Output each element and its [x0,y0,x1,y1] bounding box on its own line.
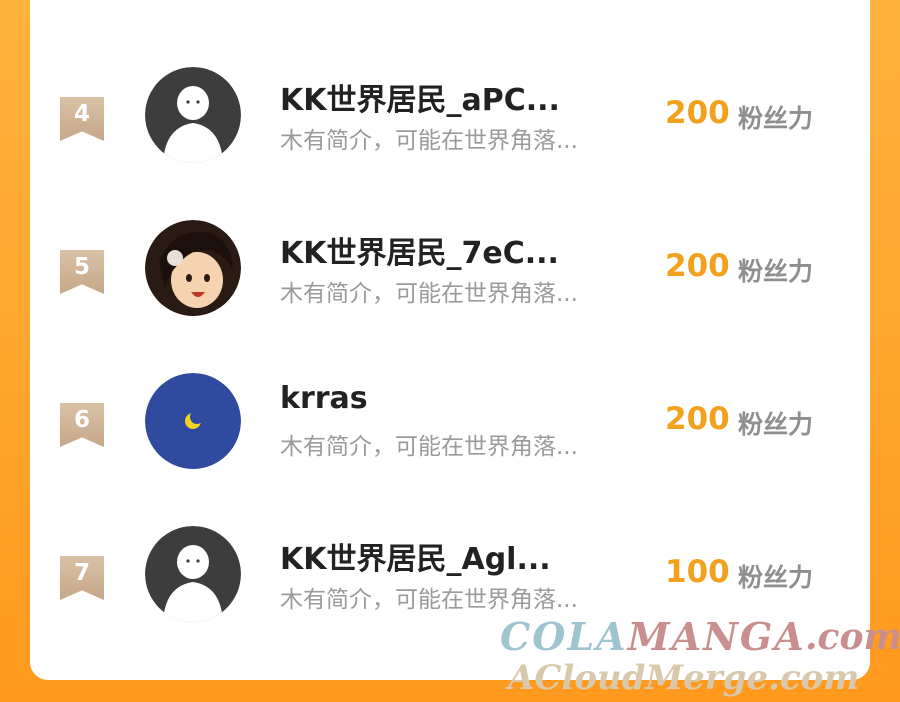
fan-power-unit: 粉丝力 [738,410,814,439]
fan-power-unit: 粉丝力 [738,104,814,133]
default-avatar-icon [145,526,241,622]
watermark-line-2: ACloudMerge.com [508,658,860,698]
rank-badge: 5 [60,250,104,294]
anime-girl-avatar-icon [145,220,241,316]
fan-power-unit: 粉丝力 [738,563,814,592]
rank-badge: 6 [60,403,104,447]
avatar[interactable] [145,526,241,622]
fan-power-score: 200 [665,401,730,437]
avatar[interactable] [145,67,241,163]
rank-badge: 7 [60,556,104,600]
user-bio: 木有简介，可能在世界角落... [280,281,578,307]
watermark-cola: COLA [500,614,628,659]
user-name[interactable]: KK世界居民_7eC... [280,228,559,272]
fan-power-score: 200 [665,95,730,131]
fan-power-unit: 粉丝力 [738,257,814,286]
user-bio: 木有简介，可能在世界角落... [280,434,578,460]
leaderboard-row[interactable]: 6 krras 木有简介，可能在世界角落... 200 粉丝力 [30,373,870,483]
user-bio: 木有简介，可能在世界角落... [280,587,578,613]
site-watermark: COLAMANGA .com ACloudMerge.com [500,614,900,702]
fan-power-score: 100 [665,554,730,590]
avatar[interactable] [145,373,241,469]
user-name[interactable]: KK世界居民_aPC... [280,75,560,119]
user-name[interactable]: KK世界居民_Agl... [280,534,551,578]
leaderboard-row[interactable]: 4 KK世界居民_aPC... 木有简介，可能在世界角落... 200 粉丝力 [30,67,870,177]
moon-avatar-icon [145,373,241,469]
leaderboard-row[interactable]: 5 KK世界居民_7eC... 木有简介，可能在世界角落... 200 粉丝力 [30,220,870,330]
watermark-com: .com [805,616,900,658]
leaderboard-card: 4 KK世界居民_aPC... 木有简介，可能在世界角落... 200 粉丝力 … [30,0,870,680]
rank-badge: 4 [60,97,104,141]
avatar[interactable] [145,220,241,316]
watermark-manga: MANGA [627,614,806,659]
fan-power-score: 200 [665,248,730,284]
user-name[interactable]: krras [280,381,368,416]
watermark-line-1: COLAMANGA [500,614,806,659]
default-avatar-icon [145,67,241,163]
user-bio: 木有简介，可能在世界角落... [280,128,578,154]
